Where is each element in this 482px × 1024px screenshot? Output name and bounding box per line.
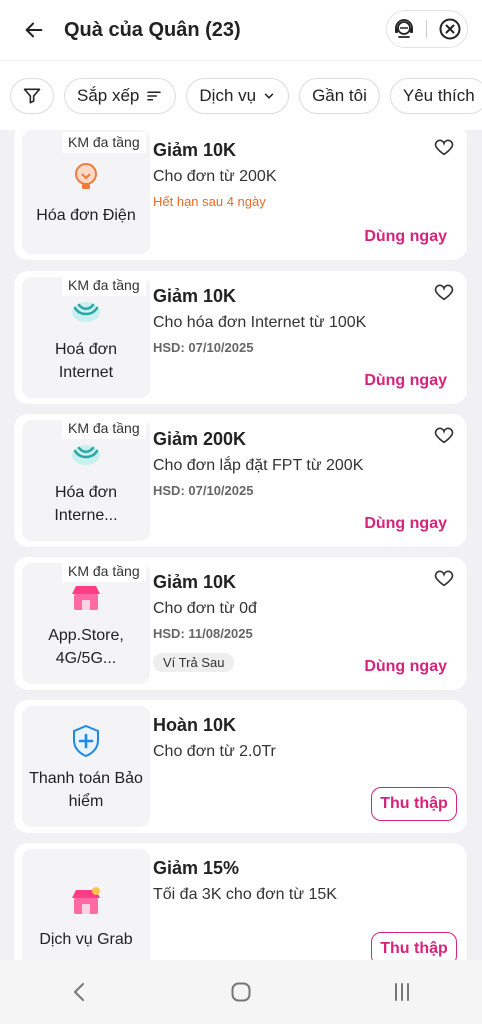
nav-recents-icon[interactable] xyxy=(390,980,414,1004)
voucher-desc: Cho đơn từ 2.0Tr xyxy=(153,743,276,760)
voucher-card[interactable]: Hoá đơn Internet KM đa tầng Giảm 10K Cho… xyxy=(14,271,467,404)
back-button[interactable] xyxy=(14,10,54,50)
voucher-card[interactable]: Dịch vụ Grab Giảm 15% Tối đa 3K cho đơn … xyxy=(14,843,467,960)
voucher-title: Giảm 10K xyxy=(153,140,237,160)
store-icon xyxy=(72,585,100,610)
voucher-title: Giảm 10K xyxy=(153,286,237,306)
voucher-list: Hóa đơn Điện KM đa tầng Giảm 10K Cho đơn… xyxy=(0,130,482,960)
sort-chip-label: Sắp xếp xyxy=(77,85,140,105)
category-name: Hóa đơn Điện xyxy=(36,206,136,224)
favorite-chip[interactable]: Yêu thích xyxy=(389,77,482,114)
shield-plus-icon xyxy=(73,724,99,757)
use-now-button[interactable]: Dùng ngay xyxy=(364,372,447,390)
heart-icon[interactable] xyxy=(433,424,455,446)
category-name: Hóa đơn Interne... xyxy=(54,483,118,524)
km-tag: KM đa tầng xyxy=(62,275,146,296)
nearby-chip-label: Gần tôi xyxy=(312,85,367,105)
voucher-title: Hoàn 10K xyxy=(153,715,237,735)
page-title: Quà của Quân (23) xyxy=(64,18,241,41)
nearby-chip[interactable]: Gần tôi xyxy=(299,77,380,114)
header-actions xyxy=(386,10,468,48)
nav-back-icon[interactable] xyxy=(68,980,92,1004)
collect-button[interactable]: Thu thập xyxy=(371,787,457,821)
store-icon xyxy=(72,886,100,914)
voucher-expiry: HSD: 07/10/2025 xyxy=(153,483,254,498)
km-tag: KM đa tầng xyxy=(62,132,146,153)
filter-icon xyxy=(23,88,41,103)
voucher-title: Giảm 15% xyxy=(153,858,240,878)
service-chip[interactable]: Dịch vụ xyxy=(186,77,290,114)
voucher-title: Giảm 200K xyxy=(153,429,247,449)
use-now-button[interactable]: Dùng ngay xyxy=(364,228,447,246)
app-header: Quà của Quân (23) xyxy=(0,0,482,60)
voucher-card[interactable]: Thanh toán Bảo hiểm Hoàn 10K Cho đơn từ … xyxy=(14,700,467,833)
collect-button[interactable]: Thu thập xyxy=(371,932,457,960)
heart-icon[interactable] xyxy=(433,281,455,303)
km-tag: KM đa tầng xyxy=(62,561,146,582)
voucher-desc: Cho hóa đơn Internet từ 100K xyxy=(153,314,367,331)
voucher-card[interactable]: Hóa đơn Điện KM đa tầng Giảm 10K Cho đơn… xyxy=(14,130,467,260)
lightbulb-icon xyxy=(75,162,97,189)
voucher-desc: Tối đa 3K cho đơn từ 15K xyxy=(153,886,337,903)
support-agent-icon[interactable] xyxy=(392,17,416,41)
category-name: Hoá đơn Internet xyxy=(54,340,118,381)
voucher-desc: Cho đơn từ 0đ xyxy=(153,600,257,617)
category-name: Thanh toán Bảo hiểm xyxy=(29,769,143,810)
voucher-desc: Cho đơn từ 200K xyxy=(153,168,277,185)
system-nav-bar xyxy=(0,960,482,1024)
heart-icon[interactable] xyxy=(433,567,455,589)
close-icon[interactable] xyxy=(438,17,462,41)
favorite-chip-label: Yêu thích xyxy=(402,85,475,105)
internet-icon xyxy=(72,444,100,465)
chevron-down-icon xyxy=(264,92,274,99)
voucher-category: Thanh toán Bảo hiểm xyxy=(22,706,150,827)
filter-button[interactable] xyxy=(10,77,54,114)
voucher-card[interactable]: App.Store, 4G/5G... KM đa tầng Giảm 10K … xyxy=(14,557,467,690)
voucher-expiry: Hết hạn sau 4 ngày xyxy=(153,194,266,209)
heart-icon[interactable] xyxy=(433,136,455,158)
service-chip-label: Dịch vụ xyxy=(199,85,257,105)
sort-chip[interactable]: Sắp xếp xyxy=(64,77,177,114)
divider xyxy=(426,20,428,38)
voucher-desc: Cho đơn lắp đặt FPT từ 200K xyxy=(153,457,364,474)
voucher-card[interactable]: Hóa đơn Interne... KM đa tầng Giảm 200K … xyxy=(14,414,467,547)
sort-icon xyxy=(147,91,162,100)
km-tag: KM đa tầng xyxy=(62,418,146,439)
voucher-expiry: HSD: 11/08/2025 xyxy=(153,626,253,641)
nav-home-icon[interactable] xyxy=(229,980,253,1004)
use-now-button[interactable]: Dùng ngay xyxy=(364,515,447,533)
voucher-expiry: HSD: 07/10/2025 xyxy=(153,340,254,355)
category-name: App.Store, 4G/5G... xyxy=(48,626,124,667)
filter-bar: Sắp xếp Dịch vụ Gần tôi Yêu thích xyxy=(0,60,482,130)
arrow-left-icon xyxy=(25,22,43,38)
wallet-badge: Ví Trả Sau xyxy=(153,653,235,672)
internet-icon xyxy=(72,301,100,322)
category-name: Dịch vụ Grab xyxy=(39,930,133,948)
use-now-button[interactable]: Dùng ngay xyxy=(364,658,447,676)
voucher-title: Giảm 10K xyxy=(153,572,237,592)
voucher-category: Dịch vụ Grab xyxy=(22,849,150,960)
